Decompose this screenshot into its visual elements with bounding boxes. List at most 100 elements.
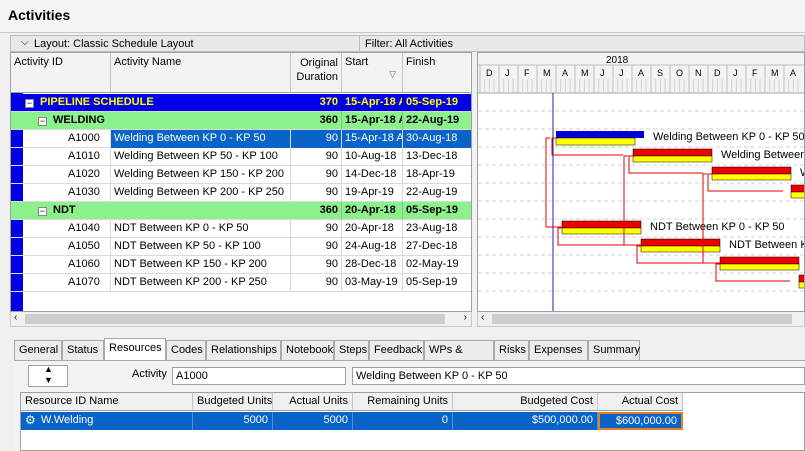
table-cell[interactable]: A1010: [23, 148, 111, 166]
project-row[interactable]: − PIPELINE SCHEDULE 370 15-Apr-18 A 05-Sep-1…: [11, 94, 471, 112]
collapse-toggle-icon[interactable]: −: [38, 207, 47, 216]
table-cell[interactable]: 19-Apr-19: [342, 184, 403, 202]
table-cell[interactable]: 360: [291, 202, 342, 220]
table-cell[interactable]: A1050: [23, 238, 111, 256]
tab-steps[interactable]: Steps: [334, 340, 369, 360]
table-cell[interactable]: 10-Aug-18: [342, 148, 403, 166]
table-cell[interactable]: 90: [291, 184, 342, 202]
resource-cell-remaining-units[interactable]: 0: [353, 412, 453, 430]
tab-resources[interactable]: Resources: [104, 338, 166, 360]
table-cell[interactable]: A1030: [23, 184, 111, 202]
table-row[interactable]: A1020 Welding Between KP 150 - KP 200 90 14…: [11, 166, 471, 184]
table-cell[interactable]: 14-Dec-18: [342, 166, 403, 184]
table-row[interactable]: A1010 Welding Between KP 50 - KP 100 90 10-…: [11, 148, 471, 166]
table-row[interactable]: A1050 NDT Between KP 50 - KP 100 90 24-Aug-…: [11, 238, 471, 256]
table-cell[interactable]: Welding Between KP 200 - KP 250: [111, 184, 291, 202]
table-cell[interactable]: 27-Dec-18: [403, 238, 471, 256]
table-cell[interactable]: Welding Between KP 50 - KP 100: [111, 148, 291, 166]
table-cell[interactable]: 05-Sep-19: [403, 274, 471, 292]
table-cell[interactable]: Welding Between KP 150 - KP 200: [111, 166, 291, 184]
tab-notebook[interactable]: Notebook: [281, 340, 334, 360]
table-cell[interactable]: 18-Apr-19: [403, 166, 471, 184]
table-row[interactable]: A1000 Welding Between KP 0 - KP 50 90 15-Ap…: [11, 130, 471, 148]
table-cell[interactable]: 03-May-19: [342, 274, 403, 292]
table-cell[interactable]: 22-Aug-19: [403, 184, 471, 202]
tab-expenses[interactable]: Expenses: [529, 340, 588, 360]
scrollbar-thumb[interactable]: [492, 314, 792, 324]
table-cell[interactable]: 05-Sep-19: [403, 94, 471, 112]
table-cell[interactable]: 24-Aug-18: [342, 238, 403, 256]
table-row[interactable]: A1040 NDT Between KP 0 - KP 50 90 20-Apr-18…: [11, 220, 471, 238]
column-header-original-duration[interactable]: Original Duration: [291, 53, 342, 93]
gantt-chart[interactable]: 2018 D J F M A M J J A S O N D J F M A Welding Between KP …: [477, 52, 805, 312]
table-row[interactable]: A1030 Welding Between KP 200 - KP 250 90 19…: [11, 184, 471, 202]
column-header-finish[interactable]: Finish: [403, 53, 471, 93]
table-cell[interactable]: NDT Between KP 50 - KP 100: [111, 238, 291, 256]
table-cell[interactable]: A1000: [23, 130, 111, 148]
wbs-row[interactable]: − WELDING 360 15-Apr-18 A 22-Aug-19: [11, 112, 471, 130]
table-cell[interactable]: 15-Apr-18 A: [342, 112, 403, 130]
resource-cell-actual-cost[interactable]: $600,000.00: [598, 412, 683, 430]
table-cell[interactable]: 90: [291, 130, 342, 148]
table-cell[interactable]: 02-May-19: [403, 256, 471, 274]
tab-wps-docs[interactable]: WPs & Docs: [424, 340, 494, 374]
table-cell[interactable]: 22-Aug-19: [403, 112, 471, 130]
arrow-down-icon[interactable]: ▼: [44, 375, 53, 385]
column-header-activity-name[interactable]: Activity Name: [111, 53, 291, 93]
activity-name-field[interactable]: Welding Between KP 0 - KP 50: [352, 367, 805, 385]
table-cell[interactable]: 30-Aug-18: [403, 130, 471, 148]
resource-cell-budgeted-units[interactable]: 5000: [193, 412, 273, 430]
column-header-budgeted-cost[interactable]: Budgeted Cost: [453, 393, 598, 411]
layout-selector[interactable]: Layout: Classic Schedule Layout: [34, 38, 194, 50]
table-cell[interactable]: 05-Sep-19: [403, 202, 471, 220]
table-cell[interactable]: 23-Aug-18: [403, 220, 471, 238]
column-header-start[interactable]: Start ▽: [342, 53, 403, 93]
table-cell[interactable]: 370: [291, 94, 342, 112]
column-header-remaining-units[interactable]: Remaining Units: [353, 393, 453, 411]
column-header-budgeted-units[interactable]: Budgeted Units: [193, 393, 273, 411]
table-cell[interactable]: 90: [291, 148, 342, 166]
resource-cell-budgeted-cost[interactable]: $500,000.00: [453, 412, 598, 430]
table-cell[interactable]: 15-Apr-18 A: [342, 130, 403, 148]
scroll-left-icon[interactable]: ‹: [481, 312, 484, 323]
table-cell[interactable]: 20-Apr-18: [342, 202, 403, 220]
table-row[interactable]: A1060 NDT Between KP 150 - KP 200 90 28-Dec…: [11, 256, 471, 274]
table-cell[interactable]: NDT Between KP 0 - KP 50: [111, 220, 291, 238]
table-cell[interactable]: 15-Apr-18 A: [342, 94, 403, 112]
table-cell[interactable]: 90: [291, 238, 342, 256]
collapse-toggle-icon[interactable]: −: [38, 117, 47, 126]
table-cell[interactable]: 90: [291, 220, 342, 238]
tab-status[interactable]: Status: [62, 340, 104, 360]
navigation-stepper[interactable]: ▲ ▼: [28, 364, 68, 387]
scroll-left-icon[interactable]: ‹: [14, 312, 17, 323]
tab-summary[interactable]: Summary: [588, 340, 640, 360]
tab-relationships[interactable]: Relationships: [206, 340, 281, 360]
filter-selector[interactable]: Filter: All Activities: [365, 38, 453, 50]
scrollbar-thumb[interactable]: [25, 314, 445, 324]
table-cell[interactable]: Welding Between KP 0 - KP 50: [111, 130, 291, 148]
column-header-activity-id[interactable]: Activity ID: [11, 53, 111, 93]
column-header-actual-cost[interactable]: Actual Cost: [598, 393, 683, 411]
resource-cell-name[interactable]: ⚙ W.Welding: [21, 412, 193, 430]
table-cell[interactable]: 90: [291, 256, 342, 274]
column-header-name[interactable]: Resource ID Name: [21, 393, 193, 411]
table-cell[interactable]: 20-Apr-18: [342, 220, 403, 238]
wbs-row[interactable]: − NDT 360 20-Apr-18 05-Sep-19: [11, 202, 471, 220]
table-cell[interactable]: 28-Dec-18: [342, 256, 403, 274]
tab-feedback[interactable]: Feedback: [369, 340, 424, 360]
table-horizontal-scrollbar[interactable]: ‹ ›: [10, 312, 472, 327]
arrow-up-icon[interactable]: ▲: [44, 364, 53, 374]
table-cell[interactable]: A1060: [23, 256, 111, 274]
table-cell[interactable]: 90: [291, 274, 342, 292]
table-row[interactable]: A1070 NDT Between KP 200 - KP 250 90 03-May…: [11, 274, 471, 292]
chevron-down-icon[interactable]: ⌵: [21, 37, 29, 48]
resource-cell-actual-units[interactable]: 5000: [273, 412, 353, 430]
tab-codes[interactable]: Codes: [166, 340, 206, 360]
tab-general[interactable]: General: [14, 340, 62, 360]
table-cell[interactable]: A1070: [23, 274, 111, 292]
table-cell[interactable]: 90: [291, 166, 342, 184]
table-cell[interactable]: 360: [291, 112, 342, 130]
table-cell[interactable]: NDT Between KP 150 - KP 200: [111, 256, 291, 274]
column-header-actual-units[interactable]: Actual Units: [273, 393, 353, 411]
table-cell[interactable]: 13-Dec-18: [403, 148, 471, 166]
